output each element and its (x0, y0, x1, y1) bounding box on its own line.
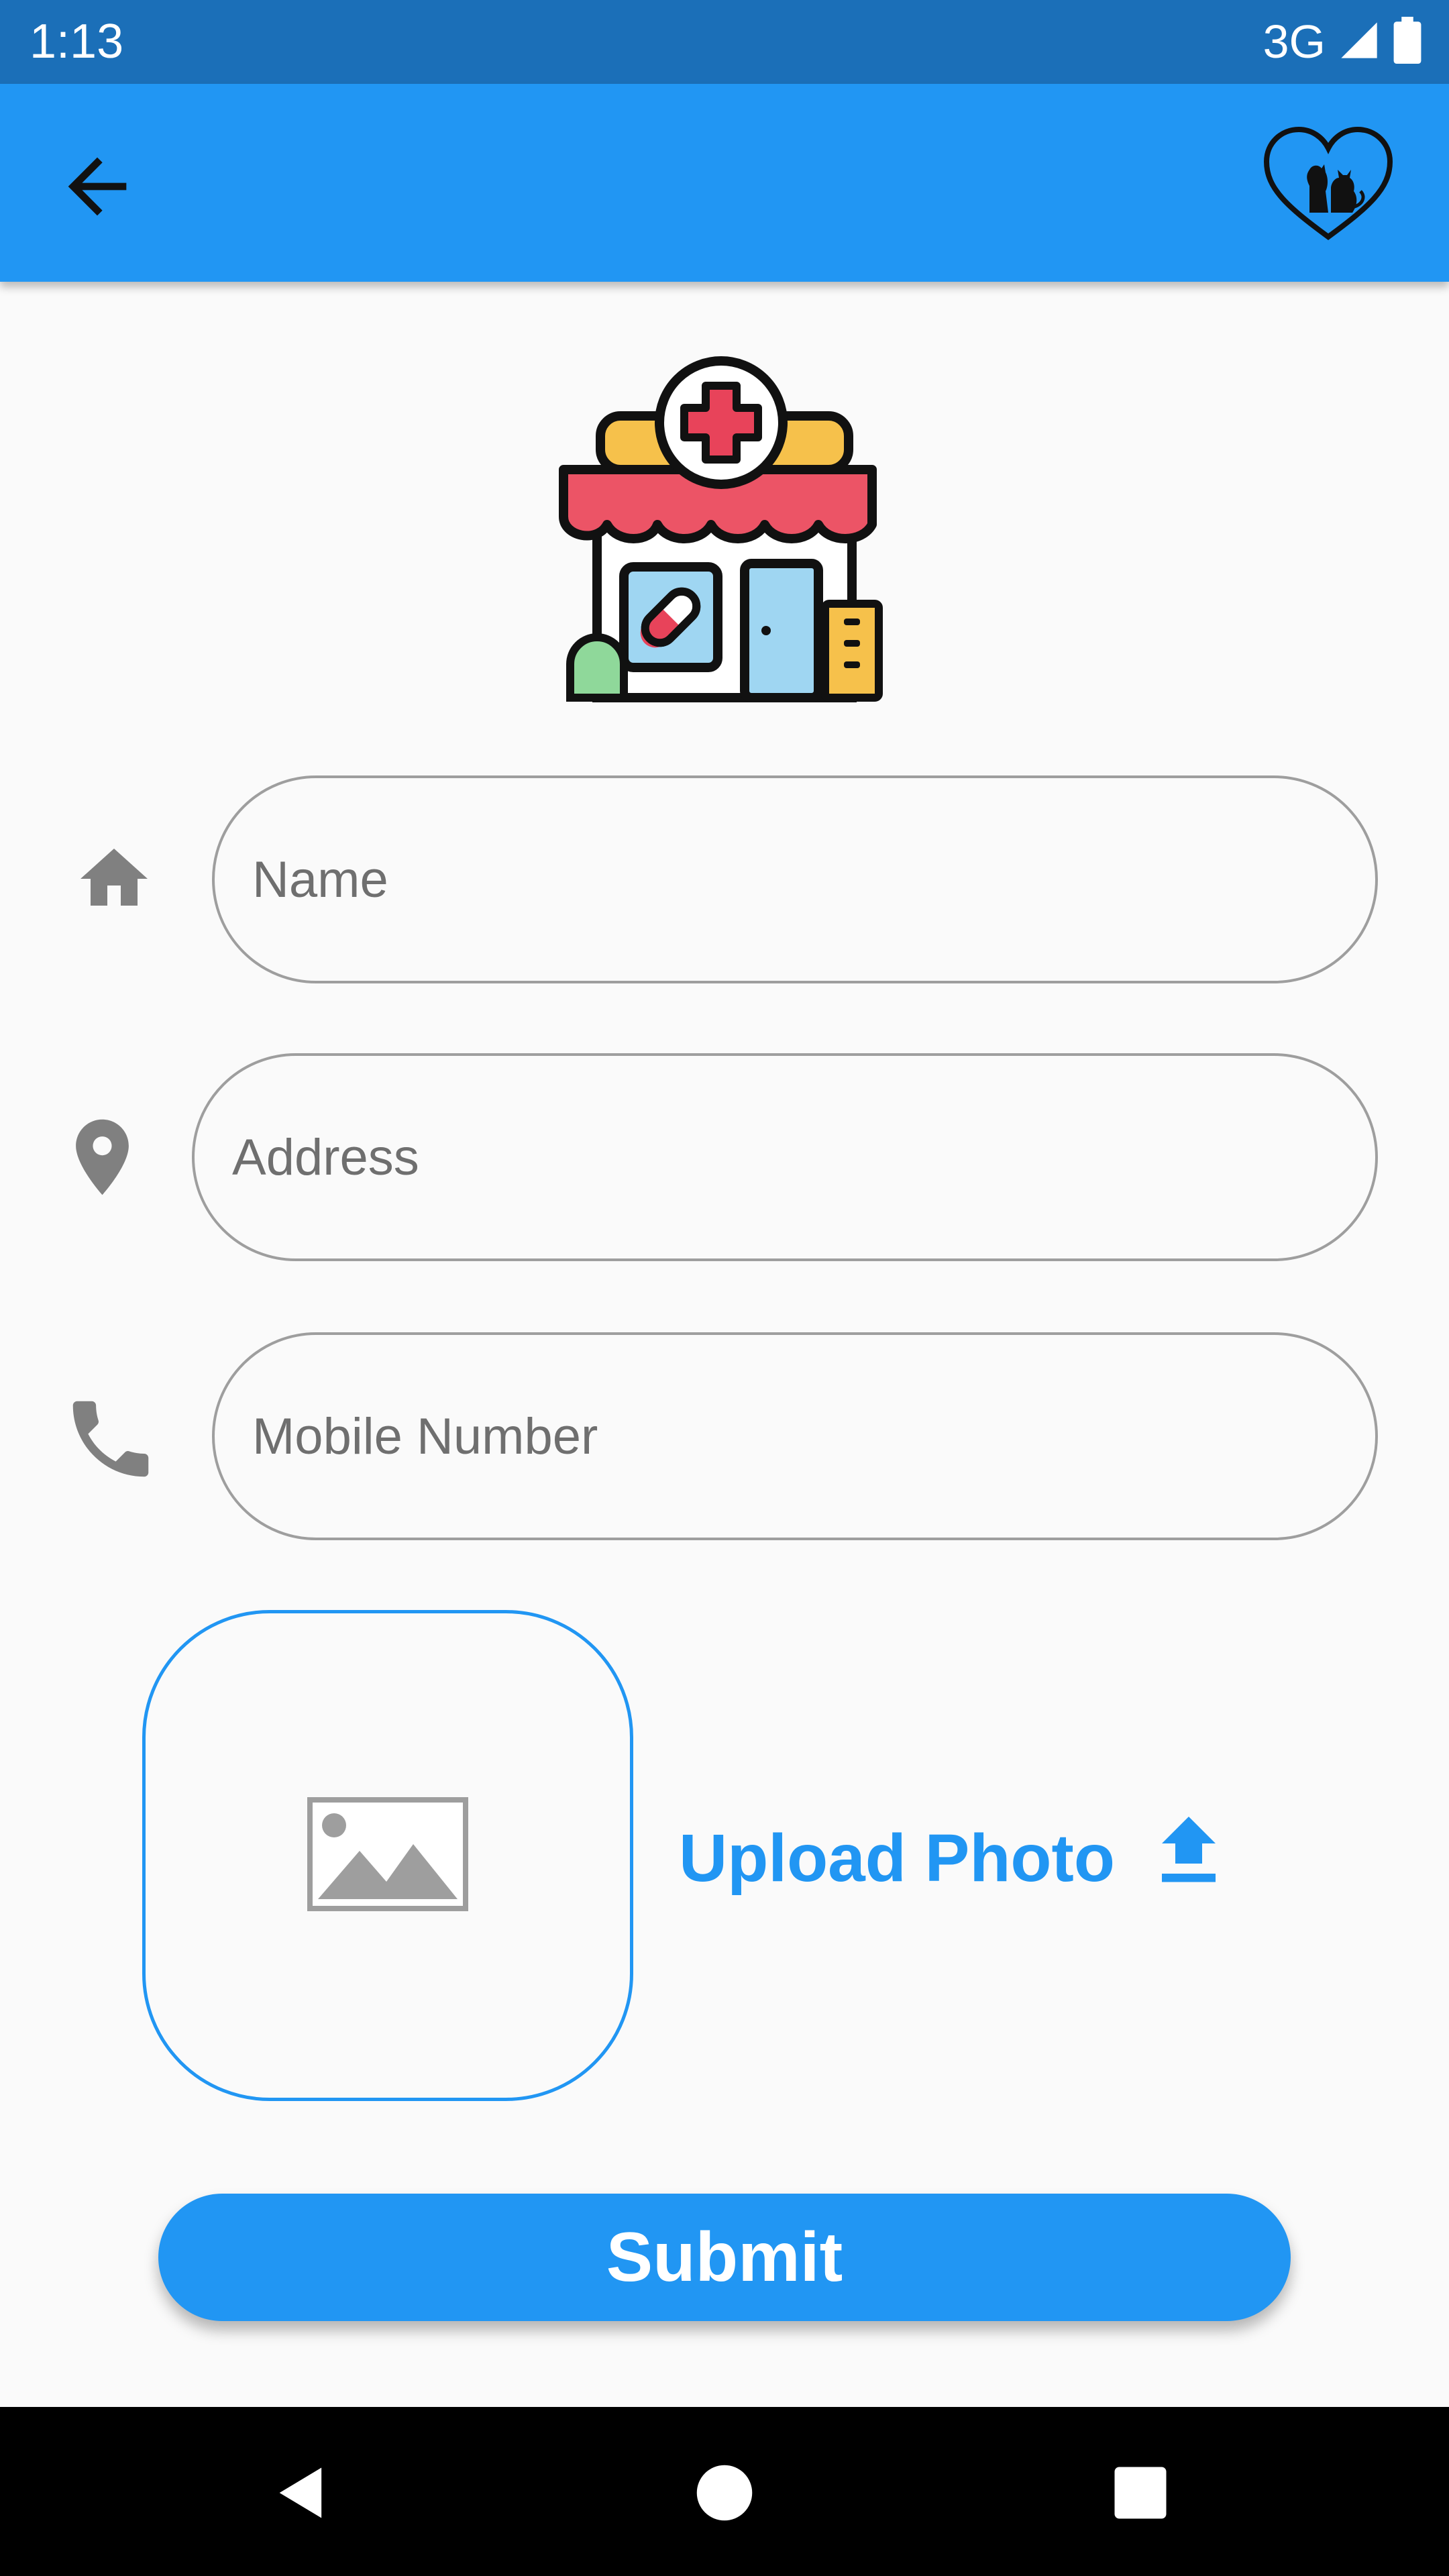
photo-picker[interactable] (142, 1610, 633, 2101)
image-placeholder-icon (307, 1796, 468, 1915)
nav-recents-button[interactable] (1093, 2447, 1187, 2541)
address-input[interactable] (232, 1056, 1338, 1258)
status-indicators: 3G (1263, 15, 1422, 68)
upload-icon (1155, 1810, 1222, 1907)
battery-icon (1393, 16, 1422, 67)
square-recents-icon (1112, 2465, 1169, 2524)
location-pin-icon (57, 1107, 148, 1208)
back-button[interactable] (47, 138, 148, 238)
upload-photo-button[interactable]: Upload Photo (679, 1811, 1222, 1905)
mobile-number-input[interactable] (252, 1335, 1338, 1538)
address-field[interactable] (192, 1053, 1378, 1261)
upload-photo-label: Upload Photo (679, 1820, 1115, 1896)
nav-home-button[interactable] (678, 2447, 771, 2541)
status-time: 1:13 (30, 15, 124, 68)
app-bar (0, 84, 1449, 282)
status-bar: 1:13 3G (0, 0, 1449, 84)
pharmacy-illustration (557, 349, 892, 711)
triangle-back-icon (268, 2459, 335, 2530)
submit-button[interactable]: Submit (158, 2194, 1291, 2321)
app-logo (1261, 124, 1395, 245)
system-nav-bar (0, 2407, 1449, 2576)
name-input[interactable] (252, 778, 1338, 981)
signal-icon (1338, 19, 1381, 65)
circle-home-icon (694, 2463, 755, 2526)
submit-label: Submit (606, 2218, 843, 2296)
name-field[interactable] (212, 775, 1378, 983)
phone-icon (60, 1389, 161, 1489)
nav-back-button[interactable] (255, 2447, 349, 2541)
network-type: 3G (1263, 15, 1326, 68)
arrow-left-icon (54, 143, 141, 233)
mobile-number-field[interactable] (212, 1332, 1378, 1540)
home-icon (74, 839, 154, 919)
